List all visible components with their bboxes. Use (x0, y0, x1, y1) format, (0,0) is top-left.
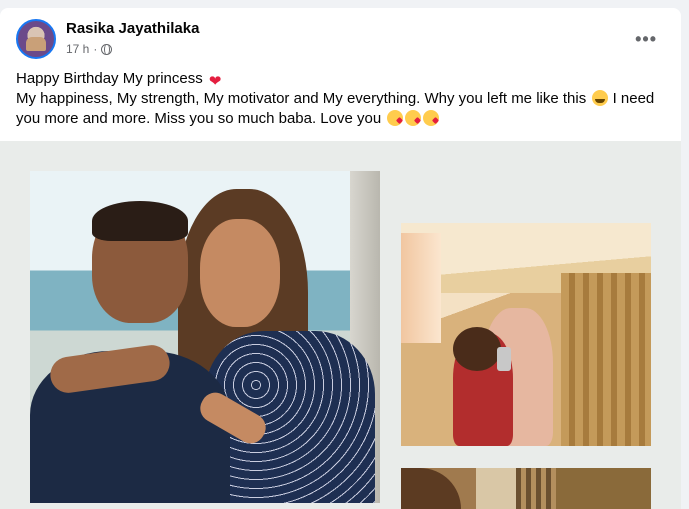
kiss-face-emoji-icon (405, 110, 422, 126)
author-name[interactable]: Rasika Jayathilaka (66, 20, 199, 37)
post-text-line2: My happiness, My strength, My motivator … (16, 90, 587, 107)
red-heart-emoji-icon: ❤ (208, 73, 222, 90)
crying-face-emoji-icon (592, 90, 609, 106)
photo-phone (497, 347, 511, 371)
photo-couple-beach[interactable] (30, 171, 380, 503)
post-meta: 17 h · (66, 42, 113, 56)
post-text: Happy Birthday My princess ❤ My happines… (16, 69, 666, 129)
photo-man-hair (92, 201, 188, 241)
post-text-line1: Happy Birthday My princess (16, 70, 203, 87)
post-card: Rasika Jayathilaka 17 h · ••• Happy Birt… (0, 8, 681, 509)
photo-third-partial[interactable] (401, 468, 651, 509)
post-timestamp[interactable]: 17 h (66, 42, 89, 56)
photo-woman-hair (453, 327, 501, 371)
photo-gallery (0, 141, 681, 509)
more-options-button[interactable]: ••• (635, 29, 657, 50)
globe-icon[interactable] (101, 43, 113, 55)
kiss-face-emoji-icon (423, 110, 440, 126)
photo-couple-mirror-selfie[interactable] (401, 223, 651, 446)
photo-closeup (401, 468, 461, 509)
post-header: Rasika Jayathilaka 17 h · ••• (16, 19, 665, 59)
photo-lamp (401, 233, 441, 343)
photo-curtain (561, 273, 651, 446)
photo-woman-face (200, 219, 280, 327)
meta-separator: · (93, 42, 98, 56)
author-avatar[interactable] (16, 19, 56, 59)
photo-pillar (516, 468, 556, 509)
kiss-face-emoji-icon (387, 110, 404, 126)
